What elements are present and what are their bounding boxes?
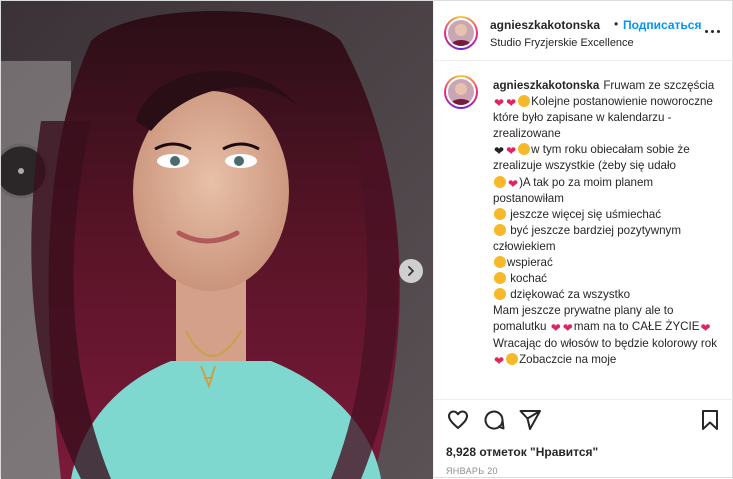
heart-emoji-icon: ❤ (494, 353, 505, 368)
chevron-right-icon (408, 266, 414, 276)
caption-avatar[interactable] (444, 75, 478, 109)
post-date[interactable]: ЯНВАРЬ 20 (446, 466, 498, 476)
avatar (446, 77, 476, 107)
heart-emoji-icon: ❤ (550, 321, 561, 336)
smiley-emoji-icon (494, 175, 506, 188)
bookmark-icon[interactable] (698, 408, 722, 432)
caption-line: kochać (510, 272, 547, 286)
smiley-emoji-icon (506, 352, 519, 365)
smiley-emoji-icon (494, 288, 506, 301)
smiley-emoji-icon (518, 95, 531, 108)
avatar (446, 18, 476, 48)
caption-line: dziękować za wszystko (510, 288, 631, 302)
post-header: agnieszkakotonska • Подписаться Studio F… (434, 1, 733, 61)
smiley-emoji-icon (494, 256, 506, 269)
caption-line: wspierać (507, 256, 553, 270)
heart-icon[interactable] (446, 408, 470, 432)
heart-emoji-icon: ❤ (562, 321, 573, 336)
caption-line: jeszcze więcej się uśmiechać (510, 207, 662, 221)
author-username[interactable]: agnieszkakotonska (490, 18, 600, 32)
caption-line: Fruwam ze szczęścia (603, 79, 715, 92)
next-image-button[interactable] (399, 259, 423, 283)
rose-emoji-icon: ❤ (494, 96, 505, 111)
post-dialog: agnieszkakotonska • Подписаться Studio F… (0, 0, 733, 479)
post-actions (434, 399, 733, 439)
post-sidebar: agnieszkakotonska • Подписаться Studio F… (433, 1, 733, 479)
comments-section[interactable]: agnieszkakotonska Fruwam ze szczęścia ❤ ❤ K… (434, 62, 733, 392)
caption-line: być jeszcze bardziej pozytywnym człowiek… (493, 223, 681, 253)
rose-emoji-icon: ❤ (506, 144, 517, 159)
separator-dot: • (614, 17, 619, 31)
send-icon[interactable] (518, 408, 542, 432)
caption-username[interactable]: agnieszkakotonska (493, 79, 599, 92)
more-horizontal-icon[interactable] (700, 23, 724, 39)
smiley-emoji-icon (494, 272, 506, 285)
comment-icon[interactable] (482, 408, 506, 432)
follow-button[interactable]: Подписаться (623, 18, 701, 32)
heart-emoji-icon: ❤ (506, 96, 517, 111)
smiley-emoji-icon (494, 223, 506, 236)
heart-emoji-icon: ❤ (700, 321, 711, 336)
smiley-emoji-icon (494, 207, 506, 220)
author-avatar[interactable] (444, 16, 478, 50)
post-media[interactable] (1, 1, 433, 479)
caption-line: Wracając do włosów to będzie kolorowy ro… (493, 336, 718, 350)
post-photo (1, 1, 433, 479)
likes-count[interactable]: 8,928 отметок "Нравится" (446, 445, 598, 459)
caption-line: Zobaczcie na moje (519, 352, 617, 366)
caption-text: agnieszkakotonska Fruwam ze szczęścia ❤ ❤ K… (493, 78, 723, 368)
location-link[interactable]: Studio Fryzjerskie Excellence (490, 37, 634, 49)
caption-line: mam na to CAŁE ŻYCIE (573, 320, 700, 334)
black-heart-emoji-icon: ❤ (494, 144, 505, 159)
heart-emoji-icon: ❤ (508, 176, 519, 191)
smiley-emoji-icon (518, 143, 531, 156)
